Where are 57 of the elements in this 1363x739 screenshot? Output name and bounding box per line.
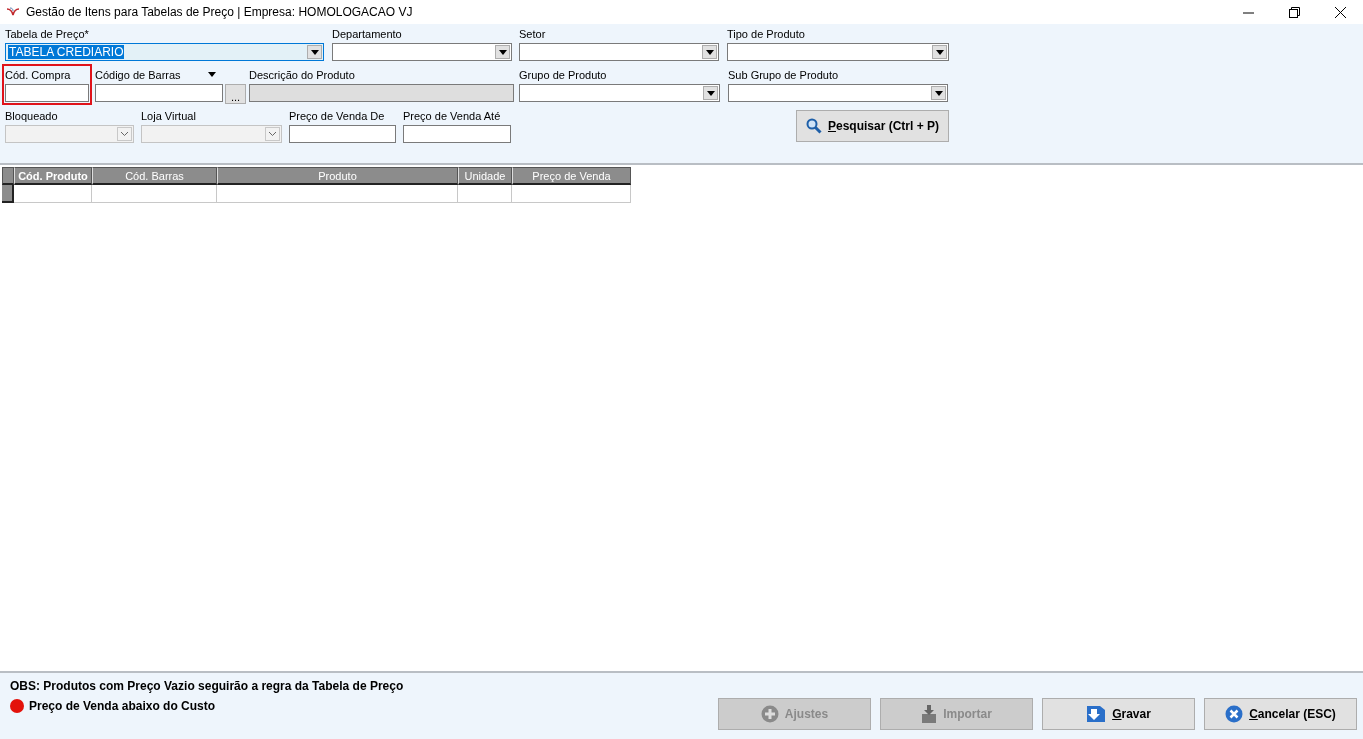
field-label: Código de Barras bbox=[95, 68, 181, 81]
dropdown-field[interactable] bbox=[141, 125, 282, 143]
field-label: Grupo de Produto bbox=[519, 68, 607, 81]
field-label: Sub Grupo de Produto bbox=[728, 68, 839, 81]
column-header[interactable]: Preço de Venda bbox=[512, 167, 631, 185]
search-button[interactable]: Pesquisar (Ctrl + P) bbox=[796, 110, 949, 142]
window-title: Gestão de Itens para Tabelas de Preço | Empresa: HOMOLOGACAO VJ bbox=[26, 5, 414, 19]
dropdown-field[interactable] bbox=[5, 125, 134, 143]
caret-down-icon bbox=[935, 49, 944, 55]
column-header[interactable]: Cód. Produto bbox=[14, 167, 92, 185]
field-label: Setor bbox=[519, 27, 546, 40]
search-icon bbox=[805, 118, 822, 134]
column-header[interactable]: Unidade bbox=[458, 167, 512, 185]
app-logo-icon bbox=[6, 7, 20, 17]
action-button[interactable]: Cancelar (ESC) bbox=[1204, 698, 1357, 730]
header-corner bbox=[2, 167, 14, 185]
caret-down-icon bbox=[310, 49, 319, 55]
download-tray-icon bbox=[921, 705, 938, 723]
legend-text: Preço de Venda abaixo do Custo bbox=[29, 699, 216, 713]
field-label: Departamento bbox=[332, 27, 402, 40]
chevron-down-icon bbox=[268, 131, 277, 137]
field-label: Tabela de Preço* bbox=[5, 27, 89, 40]
row-indicator bbox=[2, 185, 14, 203]
field-label: Cód. Compra bbox=[5, 68, 71, 81]
restore-icon bbox=[1288, 6, 1300, 18]
plus-circle-icon bbox=[760, 705, 779, 723]
field-label: Descrição do Produto bbox=[249, 68, 355, 81]
caret-down-icon bbox=[498, 49, 507, 55]
field-label: Tipo de Produto bbox=[727, 27, 805, 40]
dropdown-field[interactable] bbox=[728, 84, 948, 102]
note-text: OBS: Produtos com Preço Vazio seguirão a regra da Tabela de Preço bbox=[10, 679, 405, 693]
dropdown-field[interactable] bbox=[727, 43, 949, 61]
caret-down-icon bbox=[705, 49, 714, 55]
input-field[interactable] bbox=[95, 84, 223, 102]
table-cell bbox=[458, 185, 512, 203]
input-field[interactable] bbox=[289, 125, 396, 143]
caret-down-icon bbox=[208, 72, 216, 77]
caret-down-icon bbox=[706, 90, 715, 96]
field-label: Loja Virtual bbox=[141, 109, 196, 122]
caret-down-icon bbox=[934, 90, 943, 96]
column-header[interactable]: Produto bbox=[217, 167, 458, 185]
browse-button[interactable]: ... bbox=[225, 84, 246, 104]
dropdown-field[interactable] bbox=[519, 84, 720, 102]
action-button[interactable]: Gravar bbox=[1042, 698, 1195, 730]
dropdown-field[interactable]: TABELA CREDIARIO bbox=[5, 43, 324, 61]
input-field[interactable] bbox=[5, 84, 89, 102]
field-label: Bloqueado bbox=[5, 109, 58, 122]
column-header[interactable]: Cód. Barras bbox=[92, 167, 217, 185]
field-label: Preço de Venda Até bbox=[403, 109, 501, 122]
save-document-icon bbox=[1086, 705, 1107, 723]
dropdown-field[interactable] bbox=[519, 43, 719, 61]
dropdown-field[interactable] bbox=[332, 43, 512, 61]
field-label: Preço de Venda De bbox=[289, 109, 385, 122]
input-field[interactable] bbox=[403, 125, 511, 143]
chevron-down-icon bbox=[120, 131, 129, 137]
close-icon bbox=[1334, 6, 1346, 18]
close-circle-icon bbox=[1225, 705, 1244, 723]
